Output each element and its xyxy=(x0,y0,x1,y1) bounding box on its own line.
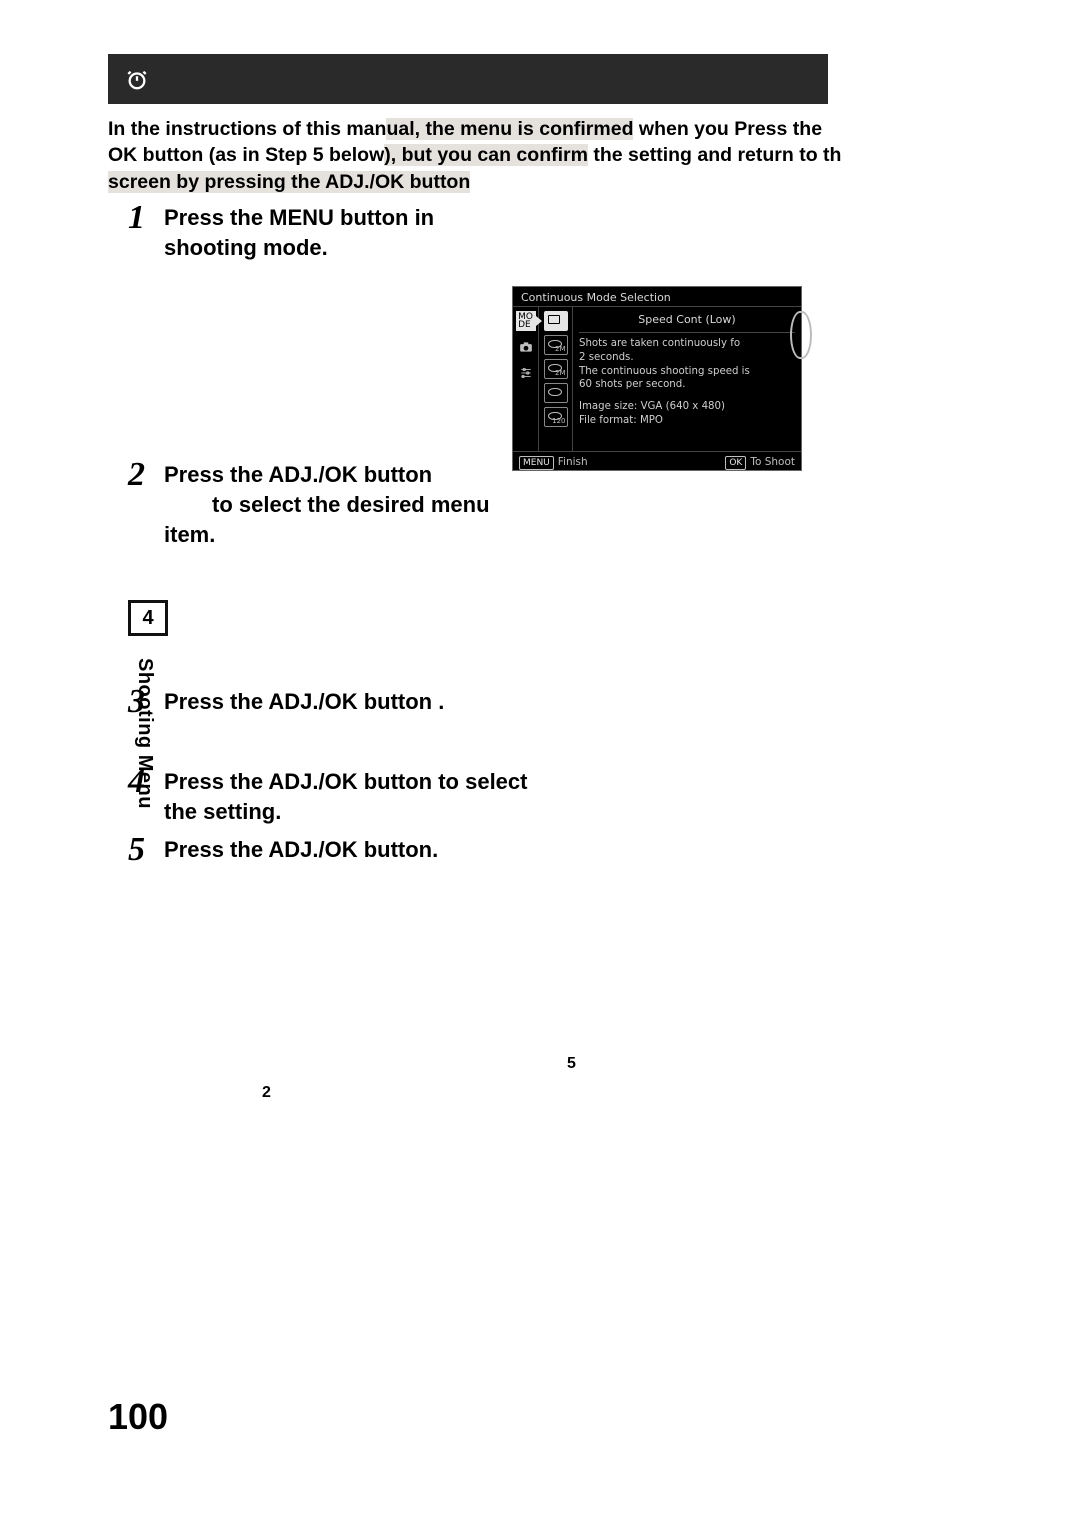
intro-line2b: ), but you can confirm xyxy=(384,144,588,166)
camera-mode-label: Speed Cont (Low) xyxy=(579,307,795,333)
step-text: Press the ADJ./OK button. xyxy=(164,835,438,865)
camera-meta-line: File format: MPO xyxy=(579,415,663,426)
camera-lcd-screenshot: Continuous Mode Selection MO DE 2M 2M 12… xyxy=(512,286,802,471)
camera-right-panel: Speed Cont (Low) Shots are taken continu… xyxy=(573,307,801,451)
camera-footer-ok-label: To Shoot xyxy=(750,456,795,468)
intro-note: In the instructions of this manual, the … xyxy=(108,116,868,195)
camera-footer: MENU Finish OK To Shoot xyxy=(513,452,801,474)
intro-line1a: In the instructions of this man xyxy=(108,118,386,140)
footnote-ref-a: 5 xyxy=(567,1055,576,1073)
camera-left-tabs: MO DE xyxy=(513,307,539,451)
step2-line2: to select the desired menu xyxy=(164,490,490,520)
footnote-ref-b: 2 xyxy=(262,1084,271,1102)
scrollbar-highlight-circle xyxy=(790,311,812,359)
chapter-side-label: Shooting Menu xyxy=(133,658,156,809)
camera-desc-line: 60 shots per second. xyxy=(579,379,685,390)
camera-desc-line: The continuous shooting speed is xyxy=(579,366,750,377)
step2-line3: item. xyxy=(164,522,215,547)
chapter-tab: 4 xyxy=(128,600,168,636)
intro-line1b: ual, the menu is confirmed xyxy=(386,118,633,140)
camera-footer-left: MENU Finish xyxy=(519,456,588,470)
settings-sliders-icon xyxy=(516,363,536,383)
menu-key-icon: MENU xyxy=(519,456,554,470)
intro-line3: screen by pressing the ADJ./OK button xyxy=(108,171,470,193)
intro-line2a: OK button (as in Step 5 below xyxy=(108,144,384,166)
camera-footer-menu-label: Finish xyxy=(558,456,588,468)
section-header-bar xyxy=(108,54,828,104)
step-3: 3 Press the ADJ./OK button . xyxy=(128,687,968,719)
intro-line2c: the setting and return to th xyxy=(588,144,842,166)
camera-thumb: 2M xyxy=(544,359,568,379)
camera-desc-line: 2 seconds. xyxy=(579,352,634,363)
step-1: 1 Press the MENU button in shooting mode… xyxy=(128,203,968,262)
page-number: 100 xyxy=(108,1396,168,1438)
ok-key-icon: OK xyxy=(725,456,746,470)
intro-line1c: when you Press the xyxy=(633,118,822,140)
camera-desc-line: Shots are taken continuously fo xyxy=(579,338,740,349)
self-timer-icon xyxy=(126,68,148,90)
step2-line1: Press the ADJ./OK button xyxy=(164,462,432,487)
step-text: Press the ADJ./OK button . xyxy=(164,687,444,717)
camera-thumb-column: 2M 2M 120 xyxy=(539,307,573,451)
camera-thumb: 2M xyxy=(544,335,568,355)
step-5: 5 Press the ADJ./OK button. xyxy=(128,835,968,867)
camera-mode-meta: Image size: VGA (640 x 480) File format:… xyxy=(579,400,795,428)
step-number: 1 xyxy=(128,201,164,235)
camera-thumb: 120 xyxy=(544,407,568,427)
camera-thumb-selected xyxy=(544,311,568,331)
mode-tab-selected: MO DE xyxy=(516,311,536,331)
step-text: Press the MENU button in shooting mode. xyxy=(164,203,504,262)
step-number: 2 xyxy=(128,458,164,492)
camera-meta-line: Image size: VGA (640 x 480) xyxy=(579,401,725,412)
step-text: Press the ADJ./OK button to select the s… xyxy=(164,767,564,826)
camera-mode-description: Shots are taken continuously fo 2 second… xyxy=(579,337,795,392)
camera-icon xyxy=(516,337,536,357)
step-text: Press the ADJ./OK button to select the d… xyxy=(164,460,490,549)
camera-screen-title: Continuous Mode Selection xyxy=(513,287,801,306)
camera-thumb xyxy=(544,383,568,403)
step-4: 4 Press the ADJ./OK button to select the… xyxy=(128,767,968,826)
camera-screen-body: MO DE 2M 2M 120 Speed Cont (Low) Shots a… xyxy=(513,306,801,452)
step-number: 5 xyxy=(128,833,164,867)
camera-footer-right: OK To Shoot xyxy=(725,456,795,470)
